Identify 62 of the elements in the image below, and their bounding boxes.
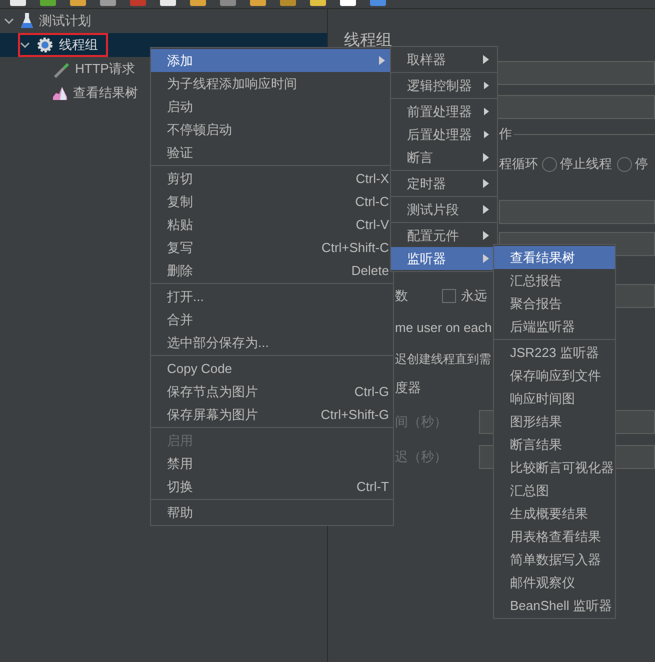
menu-item-label: 查看结果树 [510,248,575,267]
menu-item-label: 合并 [167,310,193,329]
menu-item-label: 前置处理器 [407,102,472,121]
shortcut-label: Delete [351,262,389,280]
option-label: 程循环 [499,155,538,174]
menu-item-label: 监听器 [407,250,446,268]
menu-item-label: 取样器 [407,50,446,69]
shortcut-label: Ctrl+Shift-G [320,406,389,424]
menu-item-label: 复制 [167,192,193,211]
checkbox-label: 永远 [461,287,487,306]
menu-item-label: 测试片段 [407,200,459,219]
menu-item-label: 复写 [167,238,193,257]
menu-item-label: Copy Code [167,360,232,378]
menu-item-label: 响应时间图 [510,390,575,408]
menu-item-label: 断言结果 [510,436,562,454]
menu-item-label: 保存屏幕为图片 [167,406,258,424]
menu-item-label: 打开... [167,288,204,306]
shortcut-label: Ctrl-C [355,192,389,211]
menu-item-label: 保存响应到文件 [510,366,601,385]
menu-item-label: 禁用 [167,454,193,473]
menu-item-label: BeanShell 监听器 [510,596,612,615]
shortcut-label: Ctrl+Shift-C [321,238,389,257]
shortcut-label: Ctrl-V [356,216,389,234]
menu-item-label: 用表格查看结果 [510,528,601,546]
shortcut-label: Ctrl-T [356,478,389,496]
menu-item-label: 邮件观察仪 [510,574,575,592]
menu-item-label: 粘贴 [167,216,193,234]
shortcut-label: Ctrl-X [356,170,389,188]
menu-item-label: 汇总报告 [510,272,562,290]
menu-item-label: 断言 [407,148,433,167]
menu-item-label: 剪切 [167,170,193,188]
option-label: 迟创建线程直到需 [395,351,491,368]
menu-item-label: 图形结果 [510,412,562,431]
option-label: me user on each [395,319,492,338]
menu-item-label: 不停顿启动 [167,120,232,139]
menu-item-label: 帮助 [167,504,193,522]
menu-item-label: 删除 [167,262,193,280]
menu-item-label: 比较断言可视化器 [510,458,614,477]
menu-item-label: 选中部分保存为... [167,334,269,352]
menu-item-label: 定时器 [407,174,446,193]
menu-item-label: 生成概要结果 [510,504,588,523]
shortcut-label: Ctrl-G [354,382,389,401]
panel-title: 线程组 [343,30,393,51]
menu-item-label: 添加 [167,52,193,70]
section-label: 作 [499,125,512,144]
menu-item-label: 后端监听器 [510,318,575,336]
radio-label: 停止线程 [560,155,612,174]
menu-item-label: 启动 [167,98,193,116]
menu-item-label: 验证 [167,144,193,162]
field-label: 数 [395,287,408,306]
option-label: 度器 [395,379,421,398]
menu-item-label: 配置元件 [407,226,459,245]
menu-item-label: 逻辑控制器 [407,76,472,95]
menu-item-label: JSR223 监听器 [510,344,599,362]
menu-item-label: 汇总图 [510,482,549,500]
menu-item-label: 切换 [167,478,193,496]
menu-item-label: 聚合报告 [510,294,562,313]
menu-item-label: 保存节点为图片 [167,382,258,401]
menu-item-label: 简单数据写入器 [510,550,601,569]
radio-label: 停 [635,155,648,174]
menu-item-label: 后置处理器 [407,126,472,144]
menu-item-label: 为子线程添加响应时间 [167,74,297,93]
